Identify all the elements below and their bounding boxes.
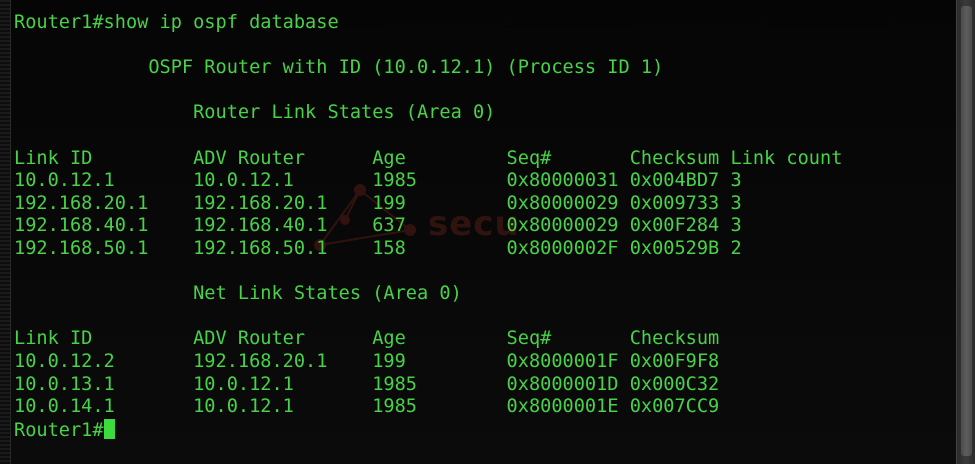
- router-table-row: 10.0.12.1 10.0.12.1 1985 0x80000031 0x00…: [14, 170, 742, 192]
- ospf-header-line: OSPF Router with ID (10.0.12.1) (Process…: [14, 57, 664, 79]
- router-link-states-title: Router Link States (Area 0): [14, 102, 496, 124]
- command-line: Router1#show ip ospf database: [14, 12, 339, 33]
- net-table-row: 10.0.13.1 10.0.12.1 1985 0x8000001D 0x00…: [14, 373, 720, 395]
- text-cursor: [103, 418, 115, 439]
- net-table-row: 10.0.14.1 10.0.12.1 1985 0x8000001E 0x00…: [14, 396, 720, 418]
- net-table-row: 10.0.12.2 192.168.20.1 199 0x8000001F 0x…: [14, 350, 720, 372]
- prompt: Router1#: [14, 419, 104, 441]
- router-table-header: Link ID ADV Router Age Seq# Checksum Lin…: [14, 147, 843, 169]
- router-table-row: 192.168.20.1 192.168.20.1 199 0x80000029…: [14, 192, 742, 214]
- vertical-scrollbar[interactable]: [956, 0, 975, 464]
- terminal-output: Router1#show ip ospf database OSPF Route…: [14, 12, 954, 441]
- net-table-header: Link ID ADV Router Age Seq# Checksum: [14, 328, 720, 350]
- net-link-states-title: Net Link States (Area 0): [14, 283, 462, 305]
- router-table-row: 192.168.50.1 192.168.50.1 158 0x8000002F…: [14, 237, 742, 259]
- prompt-line[interactable]: Router1#: [14, 418, 954, 442]
- router-table-row: 192.168.40.1 192.168.40.1 637 0x80000029…: [14, 215, 742, 237]
- terminal-window[interactable]: secu Router1#show ip ospf database OSPF …: [0, 0, 975, 464]
- window-left-edge: [0, 0, 11, 464]
- scrollbar-thumb[interactable]: [961, 6, 972, 456]
